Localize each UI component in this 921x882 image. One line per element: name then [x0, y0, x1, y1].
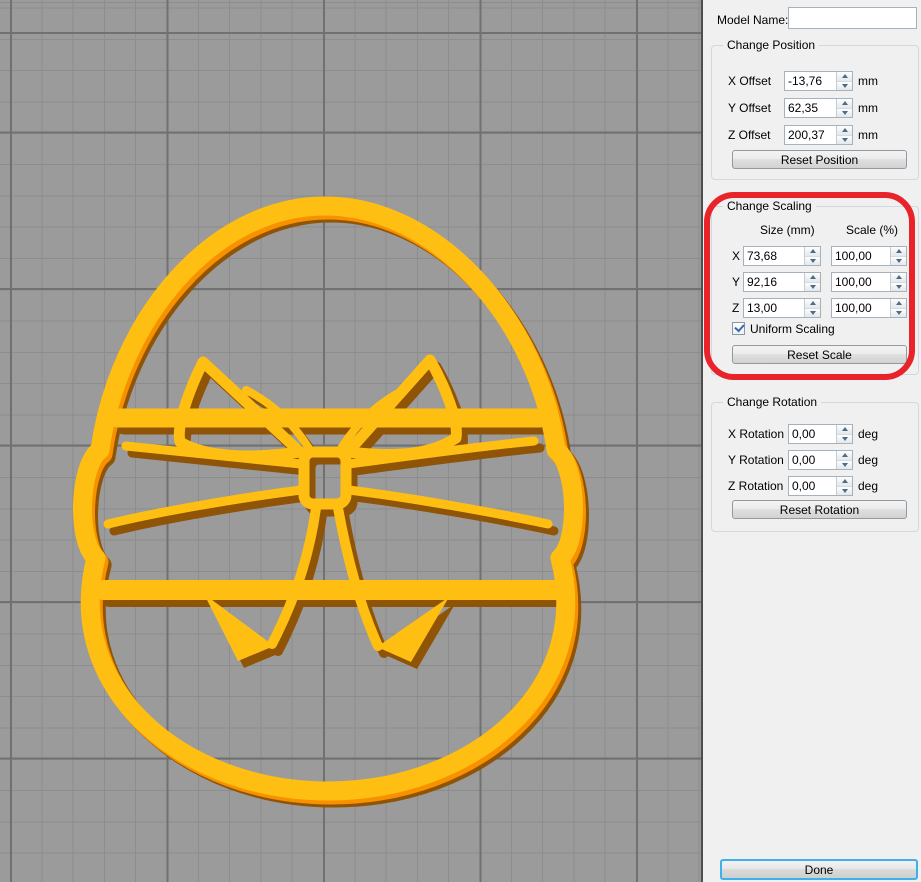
model-easter-egg-cutter[interactable]	[0, 0, 701, 882]
reset-position-button[interactable]: Reset Position	[732, 150, 907, 169]
x-size-spinbox[interactable]	[743, 246, 821, 266]
z-offset-unit: mm	[858, 128, 878, 142]
model-name-label: Model Name:	[717, 13, 789, 27]
x-size-spinner-icon[interactable]	[804, 247, 820, 265]
scale-z-label: Z	[732, 301, 740, 315]
x-scale-spinbox[interactable]	[831, 246, 907, 266]
size-col-header: Size (mm)	[760, 223, 815, 237]
model-top-layer	[73, 196, 583, 801]
z-offset-spinbox[interactable]	[784, 125, 853, 145]
checkmark-icon	[734, 321, 745, 333]
y-offset-spinbox[interactable]	[784, 98, 853, 118]
x-scale-spinner-icon[interactable]	[890, 247, 906, 265]
y-rotation-unit: deg	[858, 453, 879, 467]
x-rotation-label: X Rotation	[728, 427, 785, 441]
y-offset-spinner-icon[interactable]	[836, 99, 852, 117]
y-offset-label: Y Offset	[728, 101, 771, 115]
z-rotation-label: Z Rotation	[728, 479, 784, 493]
reset-scale-button[interactable]: Reset Scale	[732, 345, 907, 364]
uniform-scaling-checkbox[interactable]	[732, 321, 745, 335]
y-size-spinner-icon[interactable]	[804, 273, 820, 291]
y-rotation-spinbox[interactable]	[788, 450, 853, 470]
y-scale-spinbox[interactable]	[831, 272, 907, 292]
z-size-spinner-icon[interactable]	[804, 299, 820, 317]
change-position-title: Change Position	[723, 38, 820, 52]
z-scale-value[interactable]	[832, 299, 890, 317]
x-rotation-value[interactable]	[789, 425, 836, 443]
y-scale-value[interactable]	[832, 273, 890, 291]
settings-panel: Model Name: Change Position X Offset mm …	[703, 0, 921, 882]
x-offset-spinbox[interactable]	[784, 71, 853, 91]
y-rotation-label: Y Rotation	[728, 453, 784, 467]
model-name-input[interactable]	[788, 7, 917, 29]
z-rotation-spinbox[interactable]	[788, 476, 853, 496]
3d-viewport[interactable]	[0, 0, 703, 882]
scale-y-label: Y	[732, 275, 741, 289]
y-rotation-value[interactable]	[789, 451, 836, 469]
x-offset-unit: mm	[858, 74, 878, 88]
scale-x-label: X	[732, 249, 741, 263]
x-offset-label: X Offset	[728, 74, 772, 88]
change-rotation-title: Change Rotation	[723, 395, 822, 409]
y-offset-unit: mm	[858, 101, 878, 115]
z-rotation-unit: deg	[858, 479, 879, 493]
y-size-spinbox[interactable]	[743, 272, 821, 292]
z-offset-label: Z Offset	[728, 128, 771, 142]
x-scale-value[interactable]	[832, 247, 890, 265]
z-rotation-value[interactable]	[789, 477, 836, 495]
scale-col-header: Scale (%)	[846, 223, 899, 237]
x-size-value[interactable]	[744, 247, 804, 265]
z-size-spinbox[interactable]	[743, 298, 821, 318]
x-rotation-spinner-icon[interactable]	[836, 425, 852, 443]
z-size-value[interactable]	[744, 299, 804, 317]
x-rotation-unit: deg	[858, 427, 879, 441]
y-size-value[interactable]	[744, 273, 804, 291]
x-offset-value[interactable]	[785, 72, 836, 90]
x-offset-spinner-icon[interactable]	[836, 72, 852, 90]
uniform-scaling-label: Uniform Scaling	[750, 322, 835, 336]
x-rotation-spinbox[interactable]	[788, 424, 853, 444]
z-offset-value[interactable]	[785, 126, 836, 144]
reset-rotation-button[interactable]: Reset Rotation	[732, 500, 907, 519]
done-button[interactable]: Done	[720, 859, 918, 880]
change-scaling-title: Change Scaling	[723, 199, 816, 213]
z-scale-spinbox[interactable]	[831, 298, 907, 318]
z-scale-spinner-icon[interactable]	[890, 299, 906, 317]
z-offset-spinner-icon[interactable]	[836, 126, 852, 144]
z-rotation-spinner-icon[interactable]	[836, 477, 852, 495]
y-offset-value[interactable]	[785, 99, 836, 117]
y-scale-spinner-icon[interactable]	[890, 273, 906, 291]
y-rotation-spinner-icon[interactable]	[836, 451, 852, 469]
